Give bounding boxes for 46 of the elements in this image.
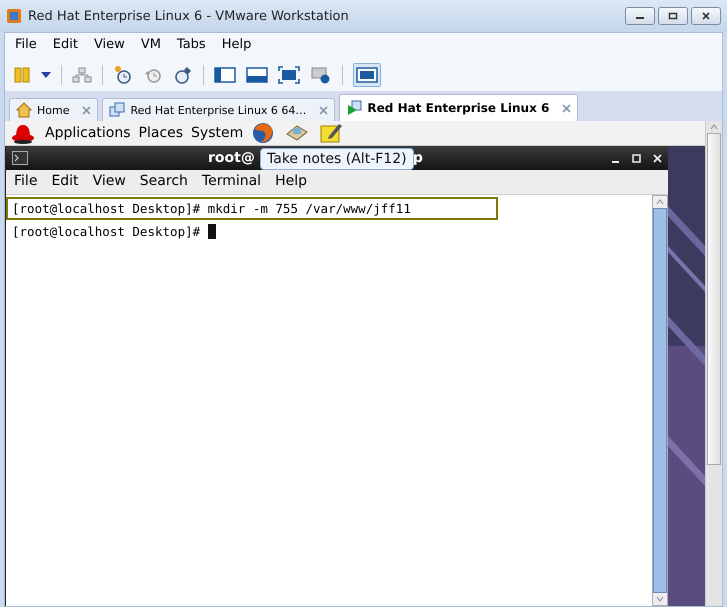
home-icon [16, 102, 32, 118]
close-button[interactable] [691, 7, 721, 25]
terminal-line: [root@localhost Desktop]# [6, 220, 498, 243]
menu-item[interactable]: VM [140, 37, 161, 55]
app-icon [6, 8, 22, 24]
menu-item[interactable]: View [92, 173, 126, 191]
notes-icon[interactable] [319, 122, 344, 144]
menu-item[interactable]: Edit [51, 173, 79, 191]
sidebar-view-icon[interactable] [214, 66, 236, 84]
menu-item[interactable]: Search [140, 173, 188, 191]
menu-item[interactable]: Help [222, 37, 252, 55]
minimize-button[interactable] [625, 7, 655, 25]
terminal-title: root@ [208, 150, 255, 166]
panel-menu[interactable]: Applications [45, 125, 131, 141]
menu-item[interactable]: File [14, 173, 38, 191]
close-icon [701, 12, 711, 20]
maximize-button[interactable] [658, 7, 688, 25]
menu-item[interactable]: View [94, 37, 125, 55]
hat-icon[interactable] [11, 122, 35, 144]
pause-icon[interactable] [13, 66, 31, 84]
vm-running-icon [346, 100, 362, 116]
terminal-title: p [412, 150, 423, 166]
window-title: Red Hat Enterprise Linux 6 - VMware Workstation [28, 8, 349, 24]
terminal-icon [12, 151, 28, 165]
scroll-bar[interactable] [652, 195, 668, 606]
tab[interactable]: Red Hat Enterprise Linux 6 [339, 94, 578, 121]
full-screen-icon[interactable] [278, 66, 300, 84]
thumbnail-view-button[interactable] [353, 63, 381, 87]
network-icon[interactable] [72, 66, 92, 84]
panel-menu[interactable]: System [191, 125, 244, 141]
maximize-icon [668, 12, 678, 20]
snapshot-icon[interactable] [113, 65, 133, 85]
menu-item[interactable]: Help [275, 173, 307, 191]
menu-item[interactable]: Terminal [202, 173, 262, 191]
scroll-bar[interactable] [705, 121, 722, 606]
browser-icon[interactable] [251, 121, 276, 145]
maximize-icon[interactable] [632, 154, 641, 162]
menu-item[interactable]: File [15, 37, 37, 55]
vm-icon [109, 102, 126, 118]
menu-item[interactable]: Tabs [176, 37, 206, 55]
menu-item[interactable]: Edit [52, 37, 78, 55]
tooltip: Take notes (Alt-F12) [260, 148, 414, 170]
caret-icon[interactable] [41, 72, 51, 78]
tab[interactable]: Red Hat Enterprise Linux 6 64… [102, 98, 336, 121]
tab[interactable]: Home [9, 98, 98, 121]
panel-menu[interactable]: Places [138, 125, 184, 141]
